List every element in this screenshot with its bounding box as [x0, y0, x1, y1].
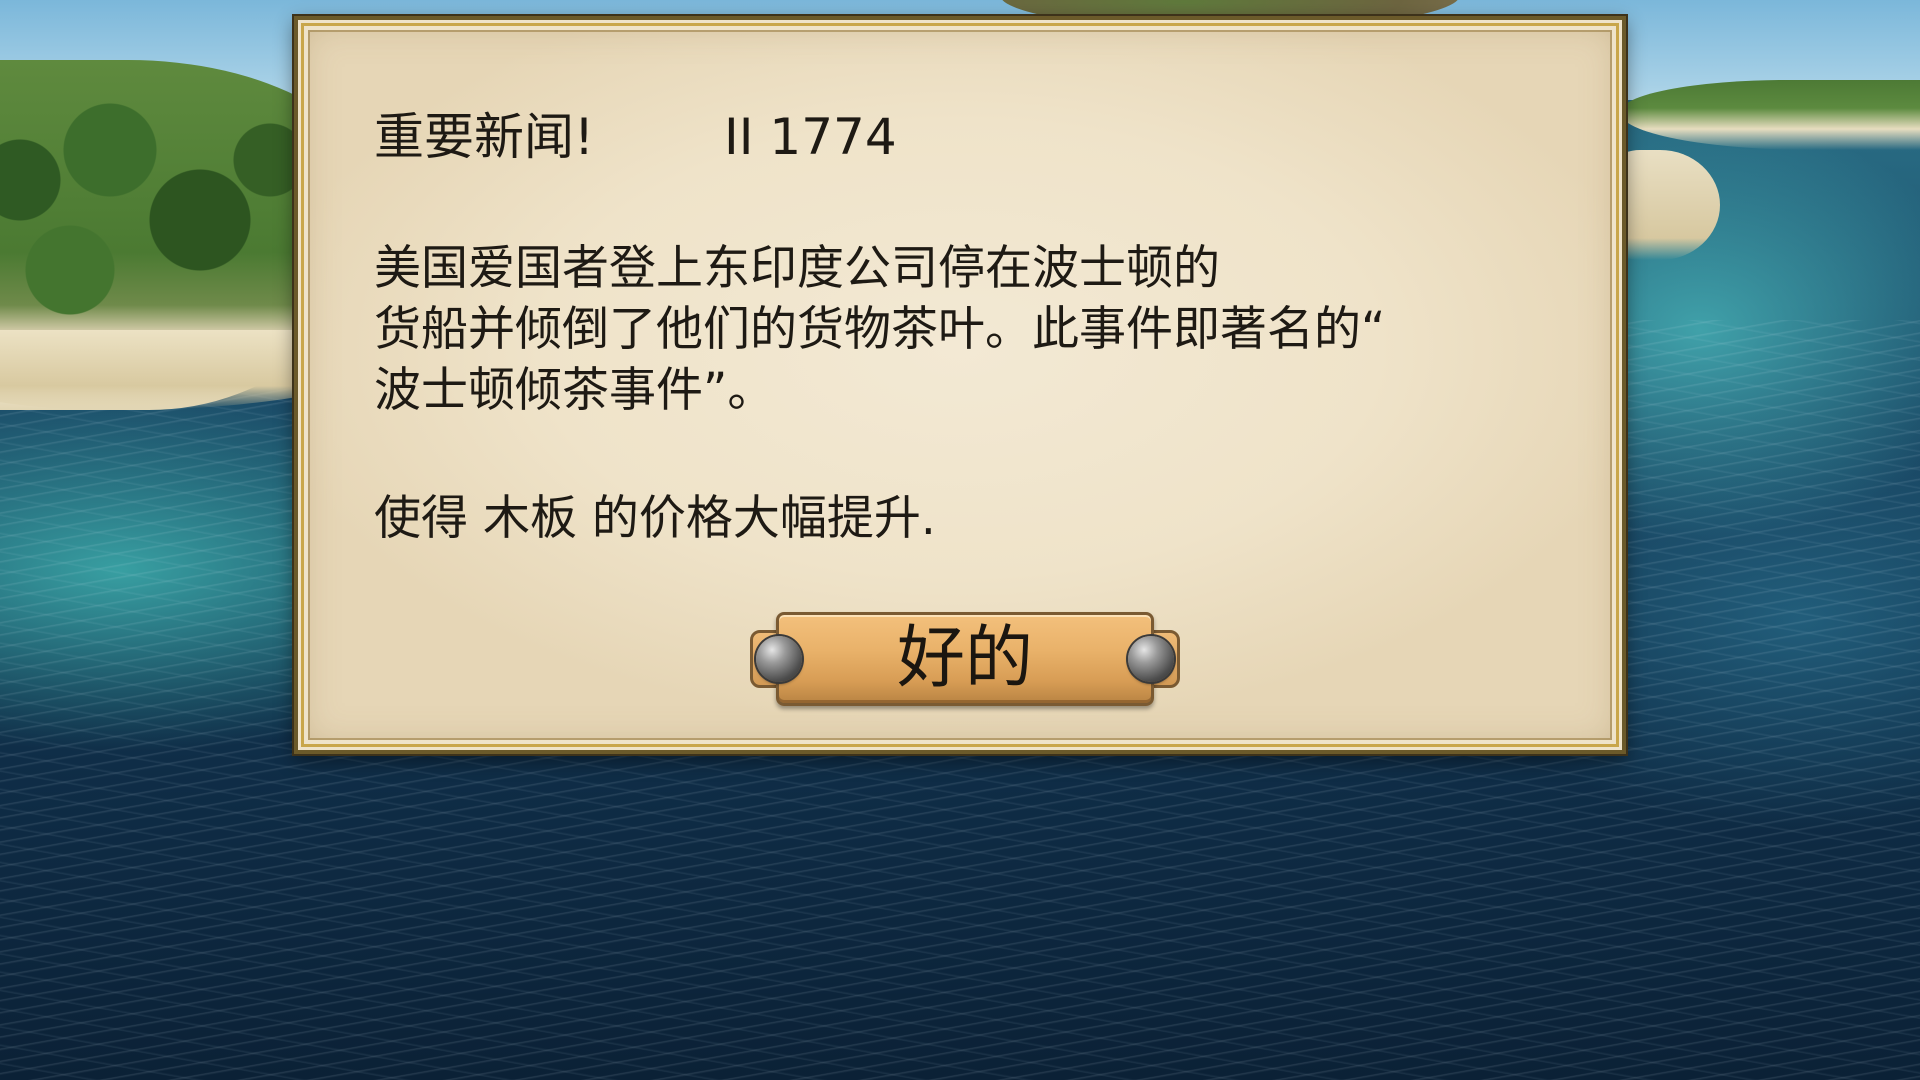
- news-date: II 1774: [724, 108, 897, 166]
- ok-button-label: 好的: [896, 619, 1033, 698]
- news-body-line: 美国爱国者登上东印度公司停在波士顿的: [374, 241, 1220, 296]
- ok-button[interactable]: 好的: [750, 608, 1180, 710]
- news-headline: 重要新闻! II 1774: [374, 102, 1474, 172]
- news-body-line: 货船并倾倒了他们的货物茶叶。此事件即著名的“: [374, 302, 1386, 357]
- news-body-line: 波士顿倾茶事件”。: [374, 363, 775, 418]
- news-dialog: 重要新闻! II 1774 美国爱国者登上东印度公司停在波士顿的 货船并倾倒了他们…: [294, 16, 1626, 754]
- price-effect-text: 使得 木板 的价格大幅提升.: [374, 491, 936, 546]
- news-body: 美国爱国者登上东印度公司停在波士顿的 货船并倾倒了他们的货物茶叶。此事件即著名的…: [374, 238, 1534, 421]
- headline-title: 重要新闻!: [374, 108, 595, 166]
